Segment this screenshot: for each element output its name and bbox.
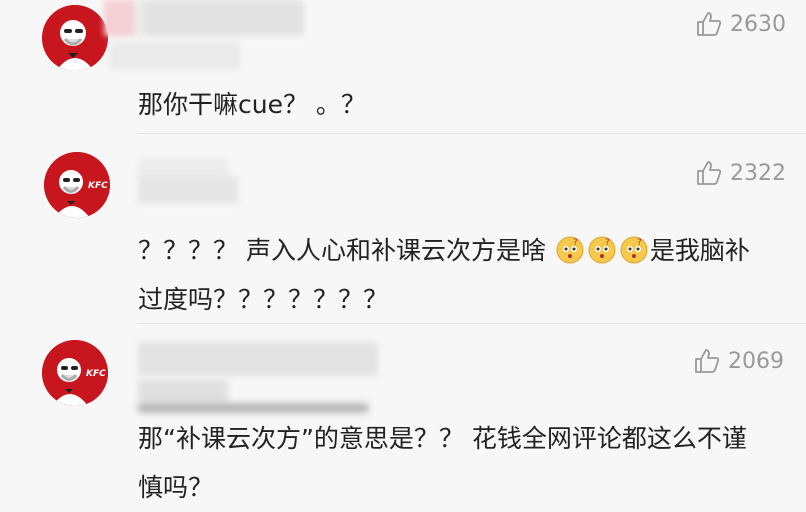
blurred-username-line2: [110, 42, 240, 70]
svg-text:?: ?: [573, 238, 578, 248]
kfc-logo-icon: KFC: [42, 340, 108, 406]
comment-text: 那“补课云次方”的意思是？？ 花钱全网评论都这么不谨慎吗？: [138, 424, 747, 502]
blurred-username-line2: [138, 176, 238, 204]
blurred-username-line2: [138, 380, 228, 402]
blurred-username-line3: [138, 404, 368, 412]
avatar[interactable]: KFC: [42, 340, 108, 406]
kfc-logo-icon: KFC: [44, 152, 110, 218]
like-count: 2069: [728, 348, 784, 374]
avatar[interactable]: KFC: [44, 152, 110, 218]
blurred-username: [104, 0, 304, 36]
like-count: 2322: [730, 160, 786, 186]
blurred-username: [138, 342, 378, 376]
like-button[interactable]: 2069: [694, 348, 784, 374]
thumbs-up-icon: [695, 349, 720, 373]
svg-text:?: ?: [637, 238, 642, 248]
like-count: 2630: [730, 11, 786, 37]
like-button[interactable]: 2630: [696, 11, 786, 37]
avatar[interactable]: [42, 5, 108, 71]
blurred-username: [138, 158, 228, 178]
comment-item: KFC 2069 那“补课云次方”的意思是？？ 花钱全网评论都这么不谨慎吗？: [0, 324, 806, 512]
svg-text:?: ?: [605, 238, 610, 248]
thumbs-up-icon: [697, 161, 722, 185]
confused-face-emoji: ?: [556, 231, 584, 264]
comment-item: 2630 那你干嘛cue？ 。？: [0, 0, 806, 134]
like-button[interactable]: 2322: [696, 160, 786, 186]
comment-text: ？？？？ 声入人心和补课云次方是啥 ??? 是我脑补过度吗？？？？？？？: [138, 226, 766, 324]
comment-item: KFC 2322 ？？？？ 声入人心和补课云次方是啥 ??? 是我脑补过度吗？？？…: [0, 134, 806, 324]
svg-text:KFC: KFC: [88, 181, 108, 191]
comment-text: 那你干嘛cue？ 。？: [138, 90, 366, 119]
thumbs-up-icon: [697, 12, 722, 36]
comment-text-part1: ？？？？ 声入人心和补课云次方是啥: [138, 236, 554, 265]
svg-text:KFC: KFC: [86, 369, 106, 379]
confused-face-emoji: ?: [620, 231, 648, 264]
kfc-logo-icon: [42, 5, 108, 71]
confused-face-emoji: ?: [588, 231, 616, 264]
